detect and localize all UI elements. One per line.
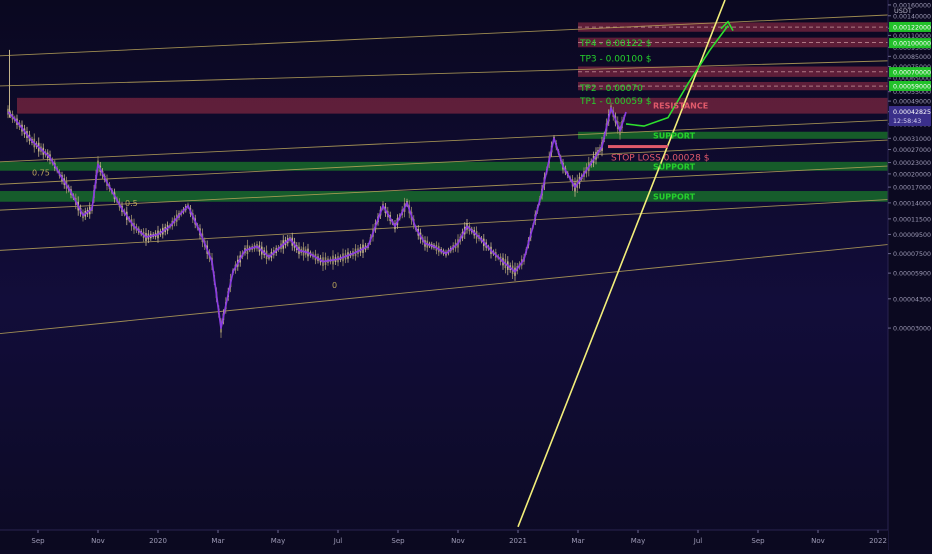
time-tick-label: Jul — [333, 537, 343, 545]
support-label: SUPPORT — [653, 162, 696, 171]
target-label: TP2 - 0.00070 — [579, 84, 643, 94]
price-tick-label: 0.00007500 — [893, 251, 931, 258]
time-tick-label: Mar — [211, 537, 224, 545]
stop-loss-line[interactable] — [608, 145, 668, 149]
price-badge-label: 0.00122000 — [893, 24, 931, 31]
channel-layer — [0, 13, 909, 335]
support-label: SUPPORT — [653, 192, 696, 201]
price-tick-label: 0.00009500 — [893, 232, 931, 239]
time-tick-label: 2022 — [869, 537, 887, 545]
target-label: TP4 - 0.00122 $ — [579, 39, 651, 49]
time-tick-label: 2021 — [509, 537, 527, 545]
price-tick-label: 0.00160000 — [893, 2, 931, 9]
time-tick-label: Mar — [571, 537, 584, 545]
price-tick-label: 0.00031000 — [893, 136, 931, 143]
fib-level-label: 0.5 — [125, 199, 138, 208]
time-tick-label: Sep — [391, 537, 405, 545]
support-zone[interactable] — [0, 161, 888, 171]
price-chart[interactable]: STOP LOSS 0.00028 $TP4 - 0.00122 $TP3 - … — [0, 0, 932, 550]
price-tick-label: 0.00005900 — [893, 271, 931, 278]
channel-line — [0, 138, 909, 185]
time-tick-label: May — [271, 537, 285, 545]
chart-root: STOP LOSS 0.00028 $ TP4 - 0.00122 $ TP3 - … — [0, 0, 932, 550]
price-tick-label: 0.00140000 — [893, 13, 931, 20]
price-tick-label: 0.00085000 — [893, 54, 931, 61]
time-tick-label: May — [631, 537, 645, 545]
time-tick-label: 2020 — [149, 537, 167, 545]
target-label: TP1 - 0.00059 $ — [579, 97, 651, 107]
price-tick-label: 0.00027000 — [893, 147, 931, 154]
time-tick-label: Nov — [811, 537, 825, 545]
channel-line — [0, 242, 909, 335]
price-tick-label: 0.00020000 — [893, 171, 931, 178]
price-badge-label: 0.00070000 — [893, 70, 931, 77]
support-label: SUPPORT — [653, 131, 696, 140]
channel-line — [0, 118, 909, 163]
price-tick-label: 0.00011500 — [893, 216, 931, 223]
time-tick-label: Jul — [693, 537, 703, 545]
price-tick-label: 0.00017000 — [893, 185, 931, 192]
target-label: TP3 - 0.00100 $ — [579, 54, 651, 64]
price-tick-label: 0.00023000 — [893, 160, 931, 167]
resistance-zone[interactable] — [17, 97, 888, 114]
price-badge-label: 0.00059000 — [893, 83, 931, 90]
current-price-label: 0.00042825 — [893, 109, 931, 116]
resistance-label: RESISTANCE — [653, 102, 708, 111]
time-tick-label: Nov — [451, 537, 465, 545]
price-badge-label: 0.00100000 — [893, 41, 931, 48]
time-tick-label: Nov — [91, 537, 105, 545]
price-pattern-line[interactable] — [7, 107, 627, 329]
price-tick-label: 0.00004300 — [893, 296, 931, 303]
price-tick-label: 0.00049000 — [893, 99, 931, 106]
uptrend-line[interactable] — [517, 0, 726, 528]
pattern-layer — [7, 107, 627, 329]
price-axis[interactable]: USDT0.001600000.001400000.001200000.0011… — [887, 0, 932, 550]
countdown-label: 12:58:43 — [893, 118, 921, 125]
channel-line — [0, 13, 909, 57]
fib-level-label: 0 — [332, 281, 337, 290]
fib-level-label: 0.75 — [32, 169, 50, 178]
time-tick-label: Sep — [31, 537, 45, 545]
price-tick-label: 0.00003000 — [893, 326, 931, 333]
time-axis[interactable]: Sep Nov 2020 Mar May Jul Sep Nov 2021 Mar May Jul Se… — [0, 529, 888, 550]
price-tick-label: 0.00014000 — [893, 200, 931, 207]
trendline-layer — [517, 0, 726, 528]
time-tick-label: Sep — [751, 537, 765, 545]
